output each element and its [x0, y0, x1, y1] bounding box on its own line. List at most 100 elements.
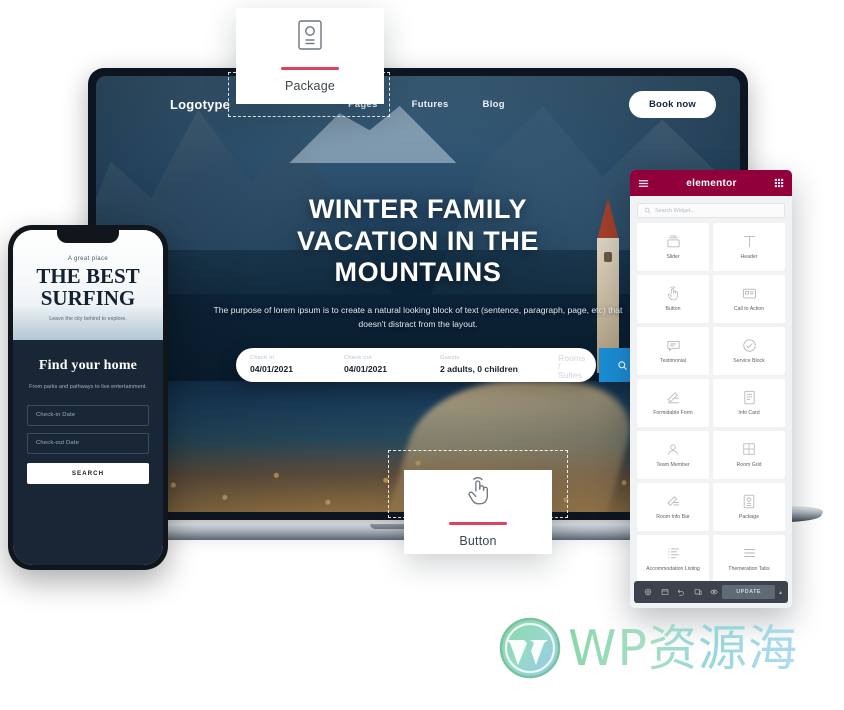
widget-testimonial-label: Testimonial	[660, 358, 686, 365]
dragged-widget-package[interactable]: Package	[236, 8, 384, 104]
check-circle-icon	[742, 337, 757, 353]
list-bullets-icon	[666, 545, 681, 561]
hero-heading: WINTER FAMILY VACATION IN THE MOUNTAINS	[138, 194, 698, 289]
wordpress-logo-icon	[499, 617, 561, 679]
widget-room-grid[interactable]: Room Grid	[713, 431, 785, 479]
elementor-update-group: UPDATE ▴	[722, 585, 782, 599]
widget-package[interactable]: Package	[713, 483, 785, 531]
widget-accommodation-listing-label: Accommodation Listing	[646, 566, 700, 573]
widget-slider[interactable]: Slider	[637, 223, 709, 271]
rooms-field[interactable]: Rooms / Suites	[544, 351, 599, 380]
click-hand-icon	[465, 476, 492, 511]
phone-booking-form: Find your home From parks and pathways t…	[13, 340, 163, 565]
widget-themeration-tabs-label: Themeration Tabs	[728, 566, 770, 573]
search-icon	[644, 207, 651, 214]
phone-mockup: A great place THE BEST SURFING Leave the…	[8, 225, 168, 570]
hamburger-icon[interactable]	[638, 178, 649, 189]
package-card-icon	[743, 493, 755, 509]
apps-grid-icon[interactable]	[774, 178, 784, 188]
phone-checkout-input[interactable]: Check-out Date	[27, 432, 149, 454]
slider-icon	[666, 233, 681, 249]
site-navbar: Logotype Pages Futures Blog Book now	[96, 82, 740, 126]
book-now-button[interactable]: Book now	[629, 90, 716, 118]
widget-testimonial[interactable]: Testimonial	[637, 327, 709, 375]
phone-hero-title-line-2: SURFING	[40, 285, 136, 310]
widget-call-to-action[interactable]: Call to Action	[713, 275, 785, 323]
phone-hero-title: THE BEST SURFING	[36, 263, 140, 310]
rooms-placeholder: Rooms / Suites	[558, 352, 586, 380]
hero-booking-search-bar: Check in 04/01/2021 Check out 04/01/2021…	[236, 348, 646, 382]
person-icon	[666, 441, 680, 457]
phone-form-heading: Find your home	[38, 358, 138, 373]
elementor-search-placeholder: Search Widget...	[655, 207, 695, 214]
widget-info-card-label: Info Card	[738, 410, 760, 417]
hero-heading-line-1: WINTER FAMILY	[308, 194, 528, 224]
click-hand-icon	[666, 285, 680, 301]
widget-call-to-action-label: Call to Action	[733, 306, 765, 313]
responsive-mode-icon[interactable]	[689, 581, 705, 603]
speech-bubble-icon	[666, 337, 681, 353]
elementor-widget-panel: elementor Search Widget... Slider Header…	[630, 170, 792, 608]
widget-info-card[interactable]: Info Card	[713, 379, 785, 427]
phone-checkout-placeholder: Check-out Date	[36, 440, 80, 446]
phone-form-subtext: From parks and pathways to live entertai…	[29, 384, 147, 390]
widget-formidable-form[interactable]: Formidable Form	[637, 379, 709, 427]
gear-icon[interactable]	[640, 581, 656, 603]
update-button[interactable]: UPDATE	[722, 585, 775, 599]
phone-hero-title-line-1: THE BEST	[36, 263, 140, 288]
document-list-icon	[743, 389, 756, 405]
widget-room-info-bar[interactable]: Room Info Bar	[637, 483, 709, 531]
phone-notch	[57, 230, 119, 243]
checkout-field[interactable]: Check out 04/01/2021	[330, 356, 426, 373]
chevron-up-icon[interactable]: ▴	[779, 589, 782, 596]
grid-four-icon	[742, 441, 756, 457]
watermark: WP资源海	[498, 616, 798, 680]
guests-value: 2 adults, 0 children	[440, 364, 518, 374]
phone-hero-tagline: Leave the city behind to explore.	[49, 316, 127, 323]
call-to-action-icon	[742, 285, 757, 301]
button-card-accent-rule	[449, 522, 507, 525]
tabs-lines-icon	[742, 545, 757, 561]
elementor-search-widget-input[interactable]: Search Widget...	[637, 203, 785, 218]
widget-room-info-bar-label: Room Info Bar	[656, 514, 690, 521]
hero-subtext: The purpose of lorem ipsum is to create …	[213, 304, 623, 329]
guests-field[interactable]: Guests 2 adults, 0 children	[426, 356, 544, 373]
widget-team-member-label: Team Member	[656, 462, 690, 469]
elementor-panel-header: elementor	[630, 170, 792, 196]
phone-screen: A great place THE BEST SURFING Leave the…	[13, 230, 163, 565]
widget-button[interactable]: Button	[637, 275, 709, 323]
nav-item-blog[interactable]: Blog	[483, 99, 505, 110]
search-icon	[618, 360, 627, 370]
dragged-widget-button[interactable]: Button	[404, 470, 552, 554]
widget-room-grid-label: Room Grid	[736, 462, 762, 469]
nav-item-futures[interactable]: Futures	[412, 99, 449, 110]
phone-checkin-input[interactable]: Check-in Date	[27, 404, 149, 426]
site-logotype[interactable]: Logotype	[170, 97, 230, 112]
form-pen-icon	[666, 389, 681, 405]
widget-themeration-tabs[interactable]: Themeration Tabs	[713, 535, 785, 581]
preview-eye-icon[interactable]	[706, 581, 722, 603]
checkout-value: 04/01/2021	[344, 364, 388, 374]
navigator-icon[interactable]	[656, 581, 672, 603]
elementor-widget-grid: Slider Header Button Call to Action Test…	[630, 223, 792, 581]
checkin-field[interactable]: Check in 04/01/2021	[236, 356, 330, 373]
guests-label: Guests	[440, 355, 460, 362]
widget-slider-label: Slider	[666, 254, 680, 261]
checkin-label: Check in	[250, 355, 275, 362]
pen-bar-icon	[666, 493, 681, 509]
checkout-label: Check out	[344, 355, 372, 362]
hero-heading-line-3: MOUNTAINS	[334, 257, 502, 288]
header-text-icon	[742, 233, 757, 249]
history-undo-icon[interactable]	[673, 581, 689, 603]
widget-service-block[interactable]: Service Block	[713, 327, 785, 375]
package-card-label: Package	[284, 78, 336, 93]
widget-header-label: Header	[740, 254, 758, 261]
elementor-brand: elementor	[686, 177, 737, 189]
widget-accommodation-listing[interactable]: Accommodation Listing	[637, 535, 709, 581]
widget-team-member[interactable]: Team Member	[637, 431, 709, 479]
phone-hero: A great place THE BEST SURFING Leave the…	[13, 230, 163, 340]
phone-search-button[interactable]: SEARCH	[27, 462, 149, 484]
elementor-panel-footer: UPDATE ▴	[634, 581, 788, 603]
widget-header[interactable]: Header	[713, 223, 785, 271]
hero-heading-line-2: VACATION IN THE	[297, 225, 539, 256]
